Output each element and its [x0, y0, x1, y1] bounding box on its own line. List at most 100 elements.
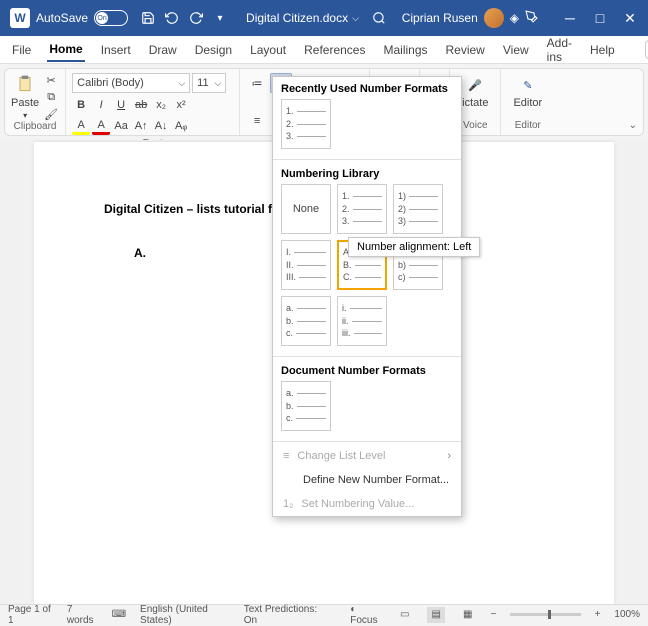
format-none[interactable]: None	[281, 184, 331, 234]
tab-references[interactable]: References	[302, 39, 367, 61]
strike-button[interactable]: ab	[132, 96, 150, 114]
mic-icon: 🎤	[465, 75, 485, 95]
format-painter-icon[interactable]: 🖌	[43, 107, 59, 121]
numbering-dropdown: Recently Used Number Formats 1. 2. 3. Nu…	[272, 76, 462, 517]
app-icon: W	[10, 8, 30, 28]
format-doc-alpha-lower[interactable]: a. b. c.	[281, 381, 331, 431]
tab-help[interactable]: Help	[588, 39, 617, 61]
toggle-track[interactable]: On	[94, 10, 128, 26]
zoom-slider[interactable]	[510, 613, 580, 616]
tab-layout[interactable]: Layout	[248, 39, 288, 61]
set-value-label: Set Numbering Value...	[301, 498, 414, 510]
clipboard-icon	[15, 73, 35, 95]
tooltip: Number alignment: Left	[348, 237, 480, 257]
collapse-ribbon-button[interactable]: ⌄	[629, 120, 637, 131]
status-bar: Page 1 of 1 7 words ⌨ English (United St…	[0, 604, 648, 624]
tab-addins[interactable]: Add-ins	[545, 32, 574, 68]
undo-icon[interactable]	[164, 10, 180, 26]
page-indicator[interactable]: Page 1 of 1	[8, 604, 53, 626]
tab-mailings[interactable]: Mailings	[381, 39, 429, 61]
quick-access-toolbar: ▾	[140, 10, 228, 26]
bold-button[interactable]: B	[72, 96, 90, 114]
subscript-button[interactable]: x₂	[152, 96, 170, 114]
doc-formats-title: Document Number Formats	[273, 359, 461, 381]
zoom-out-button[interactable]: −	[491, 609, 497, 620]
tab-draw[interactable]: Draw	[147, 39, 179, 61]
change-list-level[interactable]: ≡ Change List Level ›	[273, 444, 461, 468]
grow-font-button[interactable]: A↑	[132, 117, 150, 135]
tab-review[interactable]: Review	[444, 39, 487, 61]
pen-icon[interactable]	[525, 10, 538, 26]
bullets-button[interactable]: ≔	[246, 73, 268, 93]
font-color-button[interactable]: A	[92, 117, 110, 135]
copy-icon[interactable]: ⧉	[43, 90, 59, 104]
document-name[interactable]: Digital Citizen.docx ⌵	[246, 11, 359, 25]
window-controls: ─ □ ✕	[556, 4, 644, 32]
text-predictions[interactable]: Text Predictions: On	[244, 604, 323, 626]
change-case-button[interactable]: Aa	[112, 117, 130, 135]
tab-insert[interactable]: Insert	[99, 39, 133, 61]
search-button[interactable]	[366, 5, 392, 31]
read-mode-button[interactable]: ▭	[396, 607, 414, 623]
clipboard-label: Clipboard	[11, 121, 59, 132]
tab-view[interactable]: View	[501, 39, 531, 61]
define-new-format[interactable]: Define New Number Format...	[273, 468, 461, 492]
minimize-button[interactable]: ─	[556, 4, 584, 32]
clipboard-group: Paste ▾ ✂ ⧉ 🖌 Clipboard	[5, 69, 66, 135]
shrink-font-button[interactable]: A↓	[152, 117, 170, 135]
save-icon[interactable]	[140, 10, 156, 26]
user-account[interactable]: Ciprian Rusen ◈	[402, 8, 538, 28]
redo-icon[interactable]	[188, 10, 204, 26]
focus-mode[interactable]: ◐ Focus	[350, 604, 382, 626]
set-numbering-value[interactable]: 1₂ Set Numbering Value...	[273, 492, 461, 516]
autosave-label: AutoSave	[36, 11, 88, 25]
superscript-button[interactable]: x²	[172, 96, 190, 114]
format-recent-decimal[interactable]: 1. 2. 3.	[281, 99, 331, 149]
language-indicator[interactable]: English (United States)	[140, 604, 230, 626]
format-alpha-lower[interactable]: a. b. c.	[281, 296, 331, 346]
ribbon-tabs: File Home Insert Draw Design Layout Refe…	[0, 36, 648, 64]
clear-format-button[interactable]: Aᵩ	[172, 117, 190, 135]
library-title: Numbering Library	[273, 162, 461, 184]
cut-icon[interactable]: ✂	[43, 73, 59, 87]
editor-group-label: Editor	[507, 120, 548, 131]
underline-button[interactable]: U	[112, 96, 130, 114]
format-decimal-paren[interactable]: 1) 2) 3)	[393, 184, 443, 234]
editor-group: ✎ Editor Editor	[501, 69, 554, 135]
premium-icon[interactable]: ◈	[510, 11, 519, 25]
zoom-in-button[interactable]: +	[595, 609, 601, 620]
font-size-text: 11	[197, 77, 208, 89]
word-count[interactable]: 7 words	[67, 604, 98, 626]
change-level-label: Change List Level	[297, 450, 385, 462]
autosave-toggle[interactable]: AutoSave On	[36, 10, 128, 26]
close-button[interactable]: ✕	[616, 4, 644, 32]
web-layout-button[interactable]: ▦	[459, 607, 477, 623]
format-roman-lower[interactable]: i. ii. iii.	[337, 296, 387, 346]
dictate-label: ictate	[462, 97, 488, 109]
paste-button[interactable]: Paste ▾	[11, 73, 39, 121]
maximize-button[interactable]: □	[586, 4, 614, 32]
format-decimal[interactable]: 1. 2. 3.	[337, 184, 387, 234]
define-new-label: Define New Number Format...	[303, 474, 449, 486]
highlight-button[interactable]: A	[72, 117, 90, 135]
font-group: Calibri (Body)⌵ 11⌵ B I U ab x₂ x² A A A…	[66, 69, 240, 135]
qat-dropdown-icon[interactable]: ▾	[212, 10, 228, 26]
chevron-down-icon: ⌵	[352, 13, 359, 24]
font-name-text: Calibri (Body)	[77, 77, 144, 89]
align-left-button[interactable]: ≡	[246, 111, 268, 131]
print-layout-button[interactable]: ▤	[427, 607, 445, 623]
font-size-select[interactable]: 11⌵	[192, 73, 226, 93]
tab-file[interactable]: File	[10, 39, 33, 61]
tab-design[interactable]: Design	[193, 39, 234, 61]
number-icon: 1₂	[283, 498, 293, 510]
zoom-thumb	[548, 610, 551, 619]
tab-home[interactable]: Home	[47, 38, 84, 62]
zoom-level[interactable]: 100%	[614, 609, 640, 620]
spell-check-icon[interactable]: ⌨	[112, 609, 126, 620]
editor-icon: ✎	[518, 75, 538, 95]
font-name-select[interactable]: Calibri (Body)⌵	[72, 73, 190, 93]
editor-button[interactable]: ✎ Editor	[507, 73, 548, 111]
italic-button[interactable]: I	[92, 96, 110, 114]
list-level-icon: ≡	[283, 450, 289, 462]
format-roman-upper[interactable]: I. II. III.	[281, 240, 331, 290]
